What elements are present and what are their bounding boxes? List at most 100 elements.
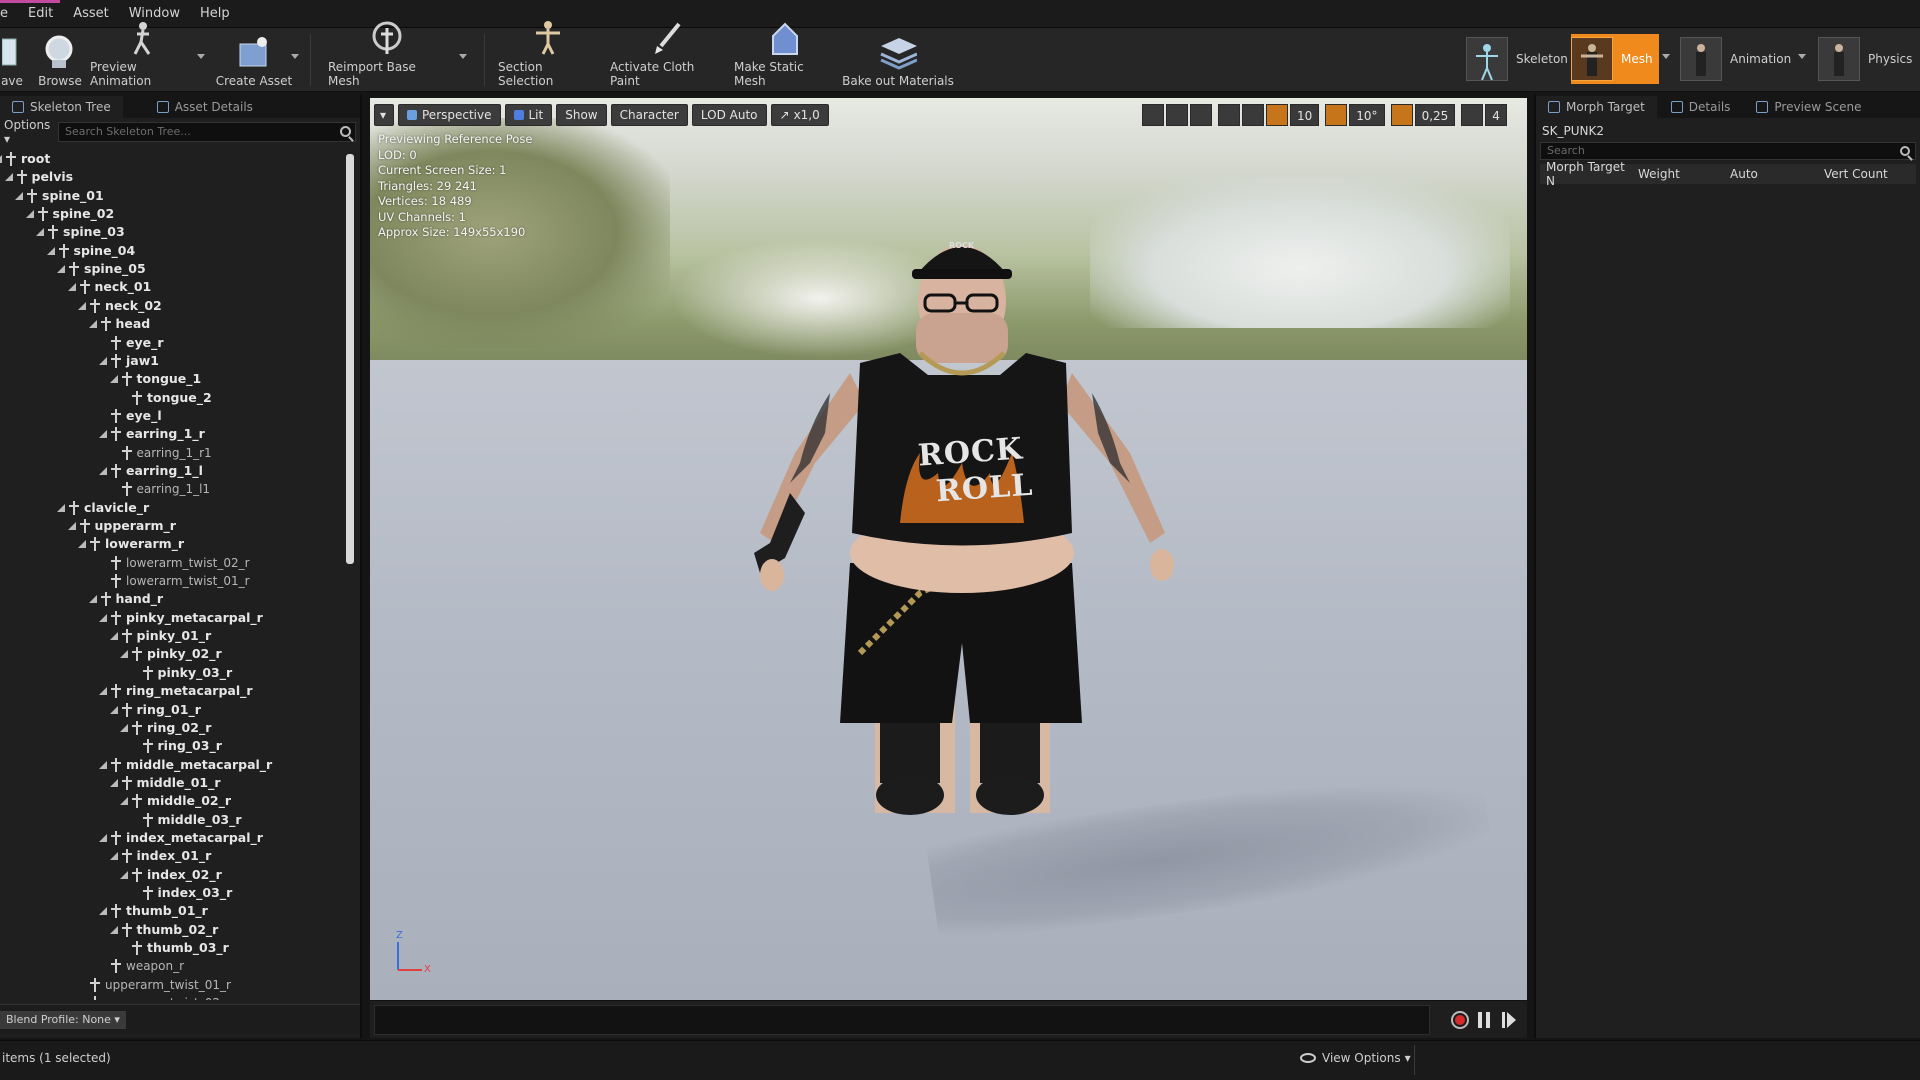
bone-row[interactable]: index_01_r — [109, 847, 211, 865]
tab-skeleton-tree[interactable]: Skeleton Tree — [0, 96, 123, 118]
bone-row[interactable]: thumb_03_r — [120, 939, 229, 957]
bone-row[interactable]: middle_03_r — [131, 811, 242, 829]
expand-arrow-icon[interactable] — [36, 228, 44, 237]
bone-row[interactable]: pinky_01_r — [109, 627, 211, 645]
make-static-mesh-button[interactable]: Make Static Mesh — [734, 22, 836, 92]
bake-out-materials-button[interactable]: Bake out Materials — [842, 28, 954, 92]
bone-row[interactable]: neck_02 — [78, 297, 162, 315]
bone-row[interactable]: root — [0, 150, 50, 168]
scale-snap-value[interactable]: 0,25 — [1414, 104, 1456, 126]
bone-row[interactable]: eye_l — [99, 407, 162, 425]
expand-arrow-icon[interactable] — [120, 797, 128, 806]
perspective-button[interactable]: Perspective — [398, 104, 501, 126]
options-button[interactable]: Options ▾ — [4, 118, 58, 146]
activate-cloth-paint-button[interactable]: Activate Cloth Paint — [610, 22, 724, 92]
col-morph-target-name[interactable]: Morph Target N — [1540, 160, 1632, 188]
menu-asset[interactable]: Asset — [63, 0, 119, 28]
expand-arrow-icon[interactable] — [88, 320, 97, 329]
bone-row[interactable]: middle_metacarpal_r — [99, 756, 272, 774]
expand-arrow-icon[interactable] — [109, 375, 118, 384]
camera-speed-value[interactable]: 4 — [1485, 104, 1507, 126]
expand-arrow-icon[interactable] — [109, 705, 118, 714]
physics-mode-button[interactable]: Physics — [1818, 34, 1912, 84]
menu-edit[interactable]: Edit — [18, 0, 63, 28]
bone-row[interactable]: middle_01_r — [109, 774, 221, 792]
expand-arrow-icon[interactable] — [120, 650, 128, 659]
bone-row[interactable]: head — [88, 315, 150, 333]
bone-row[interactable]: spine_05 — [57, 260, 146, 278]
step-forward-button[interactable] — [1502, 1012, 1516, 1028]
tab-asset-details[interactable]: Asset Details — [144, 96, 265, 118]
bone-tree-scrollbar[interactable] — [346, 154, 354, 564]
expand-arrow-icon[interactable] — [67, 283, 76, 292]
morph-search-input[interactable]: Search — [1540, 142, 1916, 160]
browse-button[interactable]: Browse — [34, 28, 86, 92]
bone-row[interactable]: lowerarm_twist_01_r — [99, 572, 250, 590]
expand-arrow-icon[interactable] — [15, 191, 23, 200]
expand-arrow-icon[interactable] — [99, 466, 107, 475]
bone-row[interactable]: eye_r — [99, 334, 164, 352]
reimport-base-mesh-button[interactable]: Reimport Base Mesh — [328, 21, 446, 92]
bone-row[interactable]: ring_03_r — [131, 737, 222, 755]
expand-arrow-icon[interactable] — [99, 356, 107, 365]
expand-arrow-icon[interactable] — [99, 687, 107, 696]
create-asset-button[interactable]: Create Asset — [212, 28, 296, 92]
expand-arrow-icon[interactable] — [88, 595, 97, 604]
record-button[interactable] — [1451, 1011, 1469, 1029]
bone-row[interactable]: earring_1_r1 — [110, 444, 212, 462]
bone-row[interactable]: pinky_03_r — [131, 664, 232, 682]
preview-animation-dropdown[interactable] — [197, 54, 205, 59]
bone-row[interactable]: index_02_r — [120, 866, 222, 884]
lit-button[interactable]: Lit — [504, 104, 553, 126]
bone-row[interactable]: lowerarm_r — [78, 535, 184, 553]
bone-row[interactable]: clavicle_r — [57, 499, 149, 517]
tab-preview-scene[interactable]: Preview Scene — [1744, 96, 1874, 118]
expand-arrow-icon[interactable] — [99, 760, 107, 769]
world-space-icon[interactable] — [1218, 104, 1240, 126]
grid-snap-icon[interactable] — [1266, 104, 1288, 126]
bone-row[interactable]: earring_1_l — [99, 462, 203, 480]
expand-arrow-icon[interactable] — [67, 522, 76, 530]
bone-row[interactable]: neck_01 — [67, 278, 151, 296]
save-button[interactable]: ave — [0, 28, 24, 92]
expand-arrow-icon[interactable] — [109, 852, 118, 861]
bone-row[interactable]: hand_r — [88, 590, 163, 608]
timeline-track[interactable] — [374, 1005, 1430, 1035]
scale-icon[interactable] — [1190, 104, 1212, 126]
expand-arrow-icon[interactable] — [99, 907, 107, 916]
expand-arrow-icon[interactable] — [99, 430, 107, 439]
skeleton-mode-button[interactable]: Skeleton — [1466, 34, 1568, 84]
expand-arrow-icon[interactable] — [99, 833, 107, 842]
col-weight[interactable]: Weight — [1632, 167, 1724, 181]
menu-help[interactable]: Help — [190, 0, 240, 28]
expand-arrow-icon[interactable] — [4, 173, 13, 182]
expand-arrow-icon[interactable] — [0, 155, 2, 163]
tab-morph-target[interactable]: Morph Target — [1536, 96, 1657, 118]
expand-arrow-icon[interactable] — [120, 723, 128, 732]
surface-snap-icon[interactable] — [1242, 104, 1264, 126]
menu-file[interactable]: e — [0, 0, 18, 28]
bone-row[interactable]: pelvis — [4, 168, 73, 186]
lod-button[interactable]: LOD Auto — [691, 104, 767, 126]
skeleton-search-input[interactable]: Search Skeleton Tree... — [58, 122, 356, 142]
col-vert-count[interactable]: Vert Count — [1818, 167, 1914, 181]
camera-speed-icon[interactable] — [1461, 104, 1484, 126]
expand-arrow-icon[interactable] — [109, 632, 118, 641]
translate-icon[interactable] — [1142, 104, 1164, 126]
bone-row[interactable]: upperarm_r — [67, 517, 176, 535]
bone-row[interactable]: lowerarm_twist_02_r — [99, 554, 250, 572]
reimport-dropdown[interactable] — [459, 54, 467, 59]
bone-row[interactable]: weapon_r — [99, 957, 184, 975]
animation-mode-dropdown[interactable] — [1798, 54, 1806, 59]
expand-arrow-icon[interactable] — [57, 265, 65, 274]
blend-profile-button[interactable]: Blend Profile: None ▾ — [0, 1011, 126, 1029]
bone-row[interactable]: spine_01 — [15, 187, 104, 205]
tab-details[interactable]: Details — [1658, 96, 1743, 118]
bone-row[interactable]: ring_metacarpal_r — [99, 682, 253, 700]
rotation-snap-value[interactable]: 10° — [1349, 104, 1385, 126]
bone-row[interactable]: pinky_02_r — [120, 645, 222, 663]
bone-row[interactable]: upperarm_twist_01_r — [78, 976, 231, 994]
bone-row[interactable]: ring_01_r — [109, 701, 201, 719]
bone-row[interactable]: jaw1 — [99, 352, 159, 370]
bone-row[interactable]: spine_03 — [36, 223, 125, 241]
